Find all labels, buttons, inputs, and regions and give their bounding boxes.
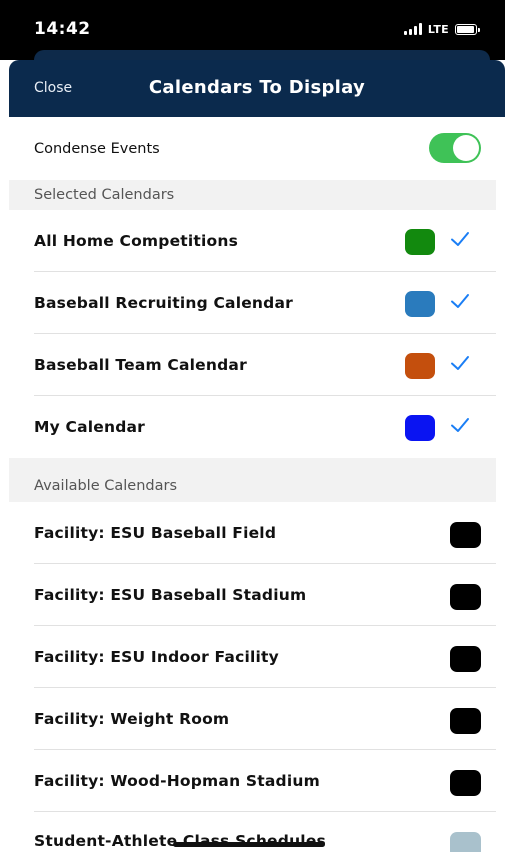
calendar-name: Facility: ESU Baseball Stadium <box>34 586 307 604</box>
carrier-label: LTE <box>427 22 449 36</box>
calendar-color-swatch <box>405 415 435 441</box>
condense-events-toggle[interactable] <box>429 133 481 163</box>
calendar-name: Facility: ESU Baseball Field <box>34 524 277 542</box>
selected-calendars-header: Selected Calendars <box>9 180 496 210</box>
calendar-color-swatch <box>405 229 435 255</box>
calendar-name: Facility: Wood-Hopman Stadium <box>34 772 320 790</box>
selected-calendar-row[interactable]: Baseball Recruiting Calendar <box>9 272 505 334</box>
battery-icon <box>455 23 480 35</box>
available-calendar-row[interactable]: Facility: Weight Room <box>9 688 505 750</box>
status-time: 14:42 <box>34 19 91 39</box>
available-calendar-row[interactable]: Facility: ESU Indoor Facility <box>9 626 505 688</box>
checkmark-icon[interactable] <box>448 351 472 375</box>
checkmark-icon[interactable] <box>448 289 472 313</box>
signal-icon <box>403 23 422 35</box>
selected-calendars-list: All Home Competitions Baseball Recruiting… <box>9 210 505 458</box>
condense-events-row: Condense Events <box>9 117 505 180</box>
available-calendars-list: Facility: ESU Baseball Field Facility: ES… <box>9 502 505 852</box>
home-indicator <box>173 842 325 847</box>
calendar-color-checkbox[interactable] <box>450 646 481 672</box>
calendar-name: Baseball Recruiting Calendar <box>34 294 293 312</box>
calendar-color-swatch <box>405 353 435 379</box>
calendar-name: Student-Athlete Class Schedules <box>34 832 326 850</box>
calendar-name: My Calendar <box>34 418 146 436</box>
selected-calendar-row[interactable]: Baseball Team Calendar <box>9 334 505 396</box>
page-title: Calendars To Display <box>148 77 366 98</box>
available-calendar-row[interactable]: Facility: ESU Baseball Field <box>9 502 505 564</box>
calendar-settings-list: Condense Events Selected Calendars All H… <box>9 117 505 852</box>
calendar-color-checkbox[interactable] <box>450 584 481 610</box>
calendar-name: Baseball Team Calendar <box>34 356 247 374</box>
calendar-color-checkbox[interactable] <box>450 770 481 796</box>
calendar-name: All Home Competitions <box>34 232 239 250</box>
checkmark-icon[interactable] <box>448 413 472 437</box>
status-indicators: LTE <box>403 22 480 36</box>
calendar-color-checkbox[interactable] <box>450 522 481 548</box>
calendar-name: Facility: ESU Indoor Facility <box>34 648 279 666</box>
selected-calendar-row[interactable]: All Home Competitions <box>9 210 505 272</box>
nav-bar: Close Calendars To Display <box>9 60 505 117</box>
calendar-color-checkbox[interactable] <box>450 832 481 852</box>
calendar-color-swatch <box>405 291 435 317</box>
available-calendar-row[interactable]: Facility: Wood-Hopman Stadium <box>9 750 505 812</box>
selected-calendar-row[interactable]: My Calendar <box>9 396 505 458</box>
toggle-knob <box>453 135 479 161</box>
calendar-color-checkbox[interactable] <box>450 708 481 734</box>
available-calendar-row[interactable]: Facility: ESU Baseball Stadium <box>9 564 505 626</box>
available-calendars-header: Available Calendars <box>9 458 496 502</box>
checkmark-icon[interactable] <box>448 227 472 251</box>
condense-events-label: Condense Events <box>34 140 160 157</box>
calendar-name: Facility: Weight Room <box>34 710 230 728</box>
